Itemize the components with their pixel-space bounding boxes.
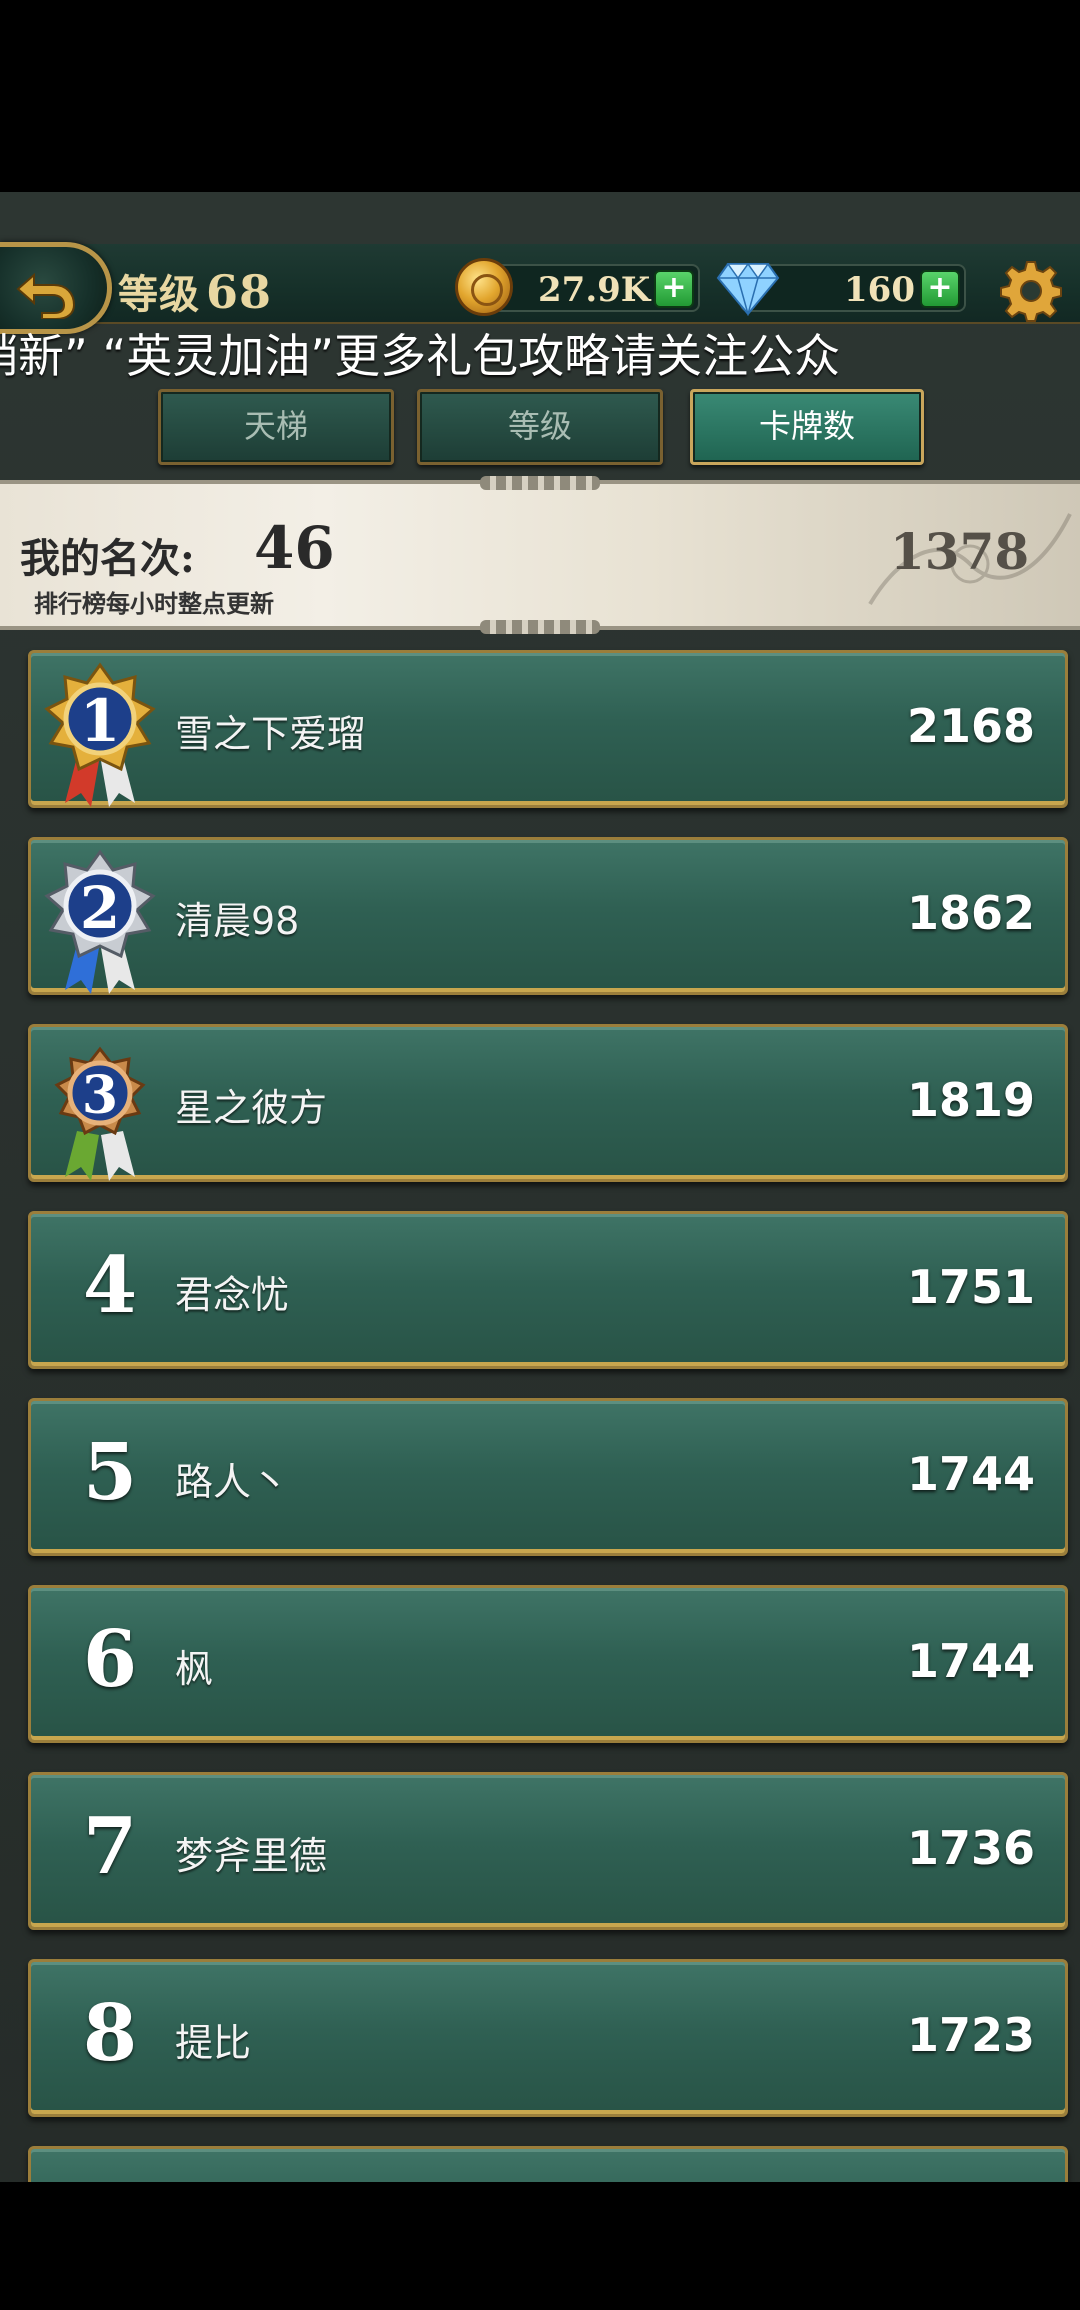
coin-icon [455,258,513,316]
back-arrow-icon [16,272,76,319]
player-name: 君念忧 [175,1273,290,1317]
update-note: 排行榜每小时整点更新 [34,589,274,618]
player-name: 路人丶 [175,1460,290,1504]
my-rank-label: 我的名次: [20,535,195,582]
player-score: 1819 [906,1073,1035,1127]
announcement-marquee: 销新” “英灵加油”更多礼包攻略请关注公众 [0,326,1080,386]
leaderboard-row[interactable]: 5 路人丶 1744 [28,1398,1068,1556]
level-value: 68 [206,265,273,319]
add-gold-button[interactable]: + [654,270,694,308]
status-area [0,0,1080,192]
player-name: 枫 [175,1647,214,1691]
player-score: 2168 [906,699,1035,753]
leaderboard-row-partial[interactable] [28,2146,1068,2182]
rank-number: 7 [82,1801,138,1892]
leaderboard-row[interactable]: 4 君念忧 1751 [28,1211,1068,1369]
leaderboard-row[interactable]: 3 星之彼方 1819 [28,1024,1068,1182]
add-gem-button[interactable]: + [920,270,960,308]
player-name: 雪之下爱瑠 [175,712,366,756]
my-rank-value: 46 [254,514,335,582]
silver-medal-icon: 2 [44,849,156,994]
leaderboard-row[interactable]: 8 提比 1723 [28,1959,1068,2117]
leaderboard-row[interactable]: 6 枫 1744 [28,1585,1068,1743]
announcement-text: 销新” “英灵加油”更多礼包攻略请关注公众 [0,329,841,383]
banner-ornament [480,620,600,634]
rank-number: 6 [82,1614,138,1705]
my-score: 1378 [890,522,1030,581]
tab-card-count[interactable]: 卡牌数 [690,389,924,465]
medal-rank-text: 1 [80,687,120,755]
medal-rank-text: 3 [82,1065,118,1126]
bronze-medal-icon: 3 [54,1046,146,1181]
tab-level[interactable]: 等级 [417,389,663,465]
medal-rank-text: 2 [80,874,120,942]
navigation-area [0,2182,1080,2310]
leaderboard-screen: 等级 68 27.9K + 160 + 销新” “英灵加油”更多礼包攻略请关注公众… [0,192,1080,2182]
leaderboard-row[interactable]: 7 梦斧里德 1736 [28,1772,1068,1930]
my-rank-banner: 我的名次: 46 排行榜每小时整点更新 1378 [0,476,1080,634]
leaderboard-row[interactable]: 2 清晨98 1862 [28,837,1068,995]
diamond-icon [716,262,780,316]
player-score: 1744 [906,1447,1035,1501]
level-label: 等级 [118,271,200,318]
back-button[interactable] [0,242,112,334]
player-name: 星之彼方 [175,1086,328,1130]
banner-ornament [480,476,600,490]
player-score: 1751 [906,1260,1035,1314]
player-name: 提比 [175,2021,252,2065]
gold-value: 27.9K [538,270,651,310]
player-score: 1723 [906,2008,1035,2062]
leaderboard-row[interactable]: 1 雪之下爱瑠 2168 [28,650,1068,808]
player-level: 等级 68 [118,262,272,320]
rank-number: 5 [82,1427,138,1518]
player-name: 清晨98 [175,899,300,943]
gear-icon[interactable] [1000,260,1062,322]
tab-ladder[interactable]: 天梯 [158,389,394,465]
player-score: 1862 [906,886,1035,940]
player-score: 1744 [906,1634,1035,1688]
rank-number: 8 [82,1988,138,2079]
player-name: 梦斧里德 [175,1834,328,1878]
gem-value: 160 [844,270,915,310]
rank-number: 4 [82,1240,138,1331]
player-score: 1736 [906,1821,1035,1875]
gold-medal-icon: 1 [44,662,156,807]
